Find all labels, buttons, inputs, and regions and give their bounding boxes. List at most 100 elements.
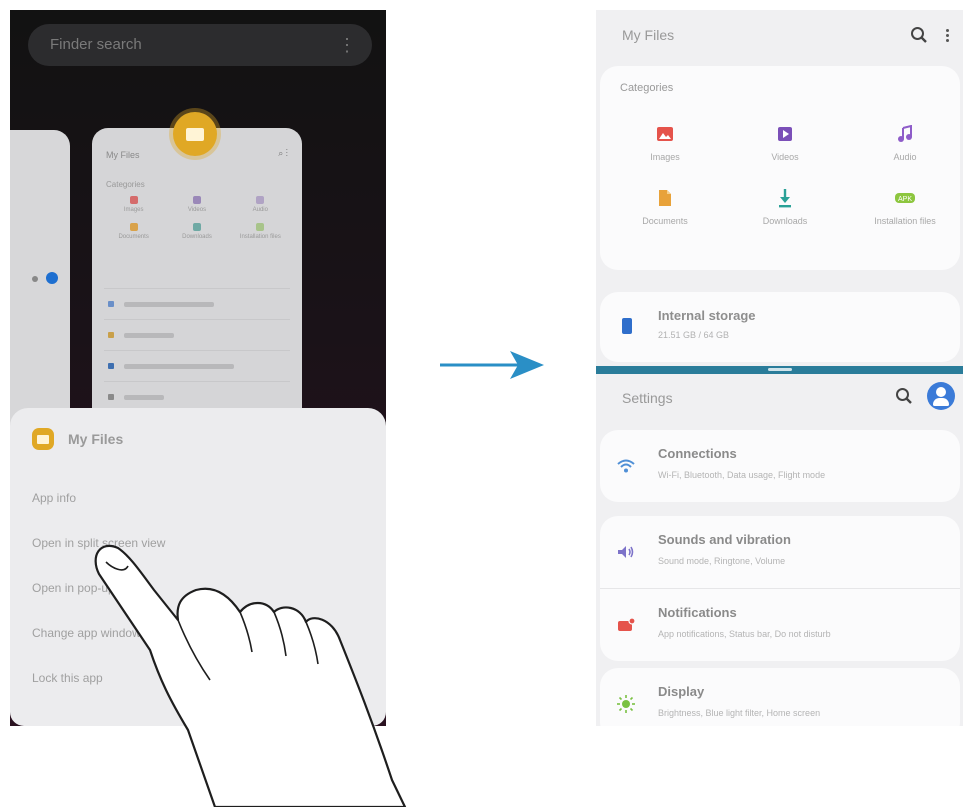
storage-icon [108,301,114,307]
recent-card-list [104,288,290,412]
drag-handle-icon[interactable] [768,368,792,371]
placeholder-text-line [124,363,234,369]
apk-icon [256,223,265,231]
category-label: Videos [771,152,799,162]
settings-item-sounds[interactable]: Sounds and vibration Sound mode, Rington… [600,516,960,588]
music-note-icon [256,196,265,204]
page-title: My Files [622,27,675,43]
download-icon [192,223,201,231]
sun-icon [616,694,636,714]
recent-card-categories-label: Categories [106,180,145,189]
video-icon [730,122,840,146]
recent-card-title: My Files [106,150,140,160]
phone-storage-icon [622,318,632,334]
category-label: Images [650,152,680,162]
image-icon [610,122,720,146]
mini-category-label: Videos [187,207,207,213]
video-icon [192,196,201,204]
menu-item-lock-app[interactable]: Lock this app [32,656,362,701]
settings-card-display: Display Brightness, Blue light filter, H… [600,668,960,726]
cloud-icon [108,363,114,369]
storage-detail: 21.51 GB / 64 GB [658,330,730,340]
category-documents[interactable]: Documents [610,186,720,226]
folder-icon [186,127,204,141]
categories-label: Categories [620,82,674,94]
previous-app-card[interactable] [10,130,70,430]
split-top-app: My Files Categories Images Videos Audio … [596,10,963,368]
split-screen-view: My Files Categories Images Videos Audio … [596,10,963,726]
category-installation-files[interactable]: APK Installation files [850,186,960,226]
mini-category-label: Downloads [182,234,212,240]
recent-card-actions-icon: ⌕ ⋮ [278,148,288,158]
svg-text:APK: APK [898,196,912,203]
recents-search-placeholder: Finder search [50,36,142,53]
list-item [104,288,290,319]
category-label: Audio [893,152,917,162]
menu-item-change-window[interactable]: Change app window [32,611,362,656]
settings-item-connections[interactable]: Connections Wi-Fi, Bluetooth, Data usage… [600,430,960,502]
my-files-app-bar: My Files [596,10,963,60]
settings-item-notifications[interactable]: Notifications App notifications, Status … [600,588,960,661]
settings-item-subtitle: Brightness, Blue light filter, Home scre… [658,708,821,718]
split-divider[interactable] [596,366,963,374]
mini-category-label: Installation files [239,234,281,240]
profile-avatar-icon[interactable] [927,382,955,410]
settings-app-bar: Settings [596,374,963,422]
mini-category-label: Audio [252,207,268,213]
categories-card: Categories Images Videos Audio Documents… [600,66,960,270]
my-files-recent-card[interactable]: My Files ⌕ ⋮ Categories Images Videos Au… [92,128,302,428]
category-images[interactable]: Images [610,122,720,162]
more-options-icon[interactable] [946,28,949,42]
settings-item-display[interactable]: Display Brightness, Blue light filter, H… [600,668,960,726]
card-control-icon [32,276,38,282]
recents-screen: Finder search ⋮ My Files ⌕ ⋮ Categories … [10,10,386,726]
category-label: Installation files [874,216,936,226]
document-icon [610,186,720,210]
settings-item-title: Connections [658,446,737,461]
settings-item-subtitle: App notifications, Status bar, Do not di… [658,629,831,639]
music-note-icon [850,122,960,146]
settings-item-title: Sounds and vibration [658,532,791,547]
notification-icon [616,615,636,635]
list-item [104,350,290,381]
more-options-icon[interactable]: ⋮ [338,24,356,66]
settings-item-title: Notifications [658,605,737,620]
recents-search-bar[interactable]: Finder search ⋮ [28,24,372,66]
image-icon [129,196,138,204]
settings-item-subtitle: Sound mode, Ringtone, Volume [658,556,786,566]
my-files-app-icon[interactable] [173,112,217,156]
settings-card-group: Sounds and vibration Sound mode, Rington… [600,516,960,661]
settings-card-connections: Connections Wi-Fi, Bluetooth, Data usage… [600,430,960,502]
settings-item-subtitle: Wi-Fi, Bluetooth, Data usage, Flight mod… [658,470,826,480]
category-videos[interactable]: Videos [730,122,840,162]
search-icon[interactable] [895,387,913,405]
folder-icon [108,332,114,338]
my-files-app-icon [32,428,54,450]
split-bottom-app: Settings Connections Wi-Fi, Bluetooth, D… [596,374,963,726]
placeholder-text-line [124,394,164,400]
placeholder-text-line [124,332,174,338]
menu-item-app-info[interactable]: App info [32,476,362,521]
menu-item-open-pop-up[interactable]: Open in pop-up view [32,566,362,611]
mini-category-label: Documents [118,234,149,240]
drive-icon [108,394,114,400]
internal-storage-card[interactable]: Internal storage 21.51 GB / 64 GB [600,292,960,362]
card-profile-icon [46,272,58,284]
search-icon[interactable] [910,26,928,44]
category-grid: Images Videos Audio Documents Downloads … [610,122,960,250]
category-downloads[interactable]: Downloads [730,186,840,226]
settings-title: Settings [622,390,673,406]
wifi-icon [616,456,636,476]
category-audio[interactable]: Audio [850,122,960,162]
apk-icon: APK [850,186,960,210]
speaker-icon [616,542,636,562]
category-label: Downloads [762,216,808,226]
recent-card-category-grid: Images Videos Audio Documents Downloads … [102,196,292,250]
download-icon [730,186,840,210]
app-options-popup: My Files App info Open in split screen v… [10,408,386,726]
menu-item-open-split-screen[interactable]: Open in split screen view [32,521,362,566]
folder-icon [37,434,49,444]
mini-category-label: Images [123,207,144,213]
placeholder-text-line [124,301,214,307]
popup-menu: App info Open in split screen view Open … [32,476,362,701]
